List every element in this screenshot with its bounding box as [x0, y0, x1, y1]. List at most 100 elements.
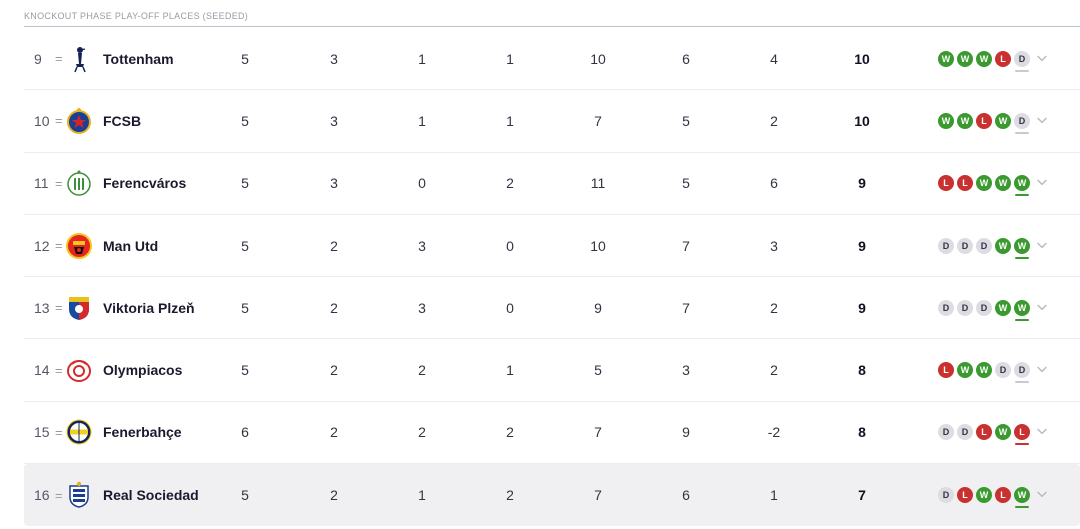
- chevron-down-icon[interactable]: [1036, 52, 1048, 64]
- position-number: 13: [34, 299, 50, 316]
- team-name[interactable]: Fenerbahçe: [103, 402, 203, 463]
- form-result-badge: W: [957, 112, 973, 129]
- table-row-9[interactable]: 9 = Tottenham 5 3 1 1 10 6 4 10 WWWLD: [24, 28, 1080, 91]
- goals-against-cell: 5: [682, 112, 690, 129]
- team-name[interactable]: Real Sociedad: [103, 464, 203, 526]
- chevron-down-icon[interactable]: [1036, 364, 1048, 376]
- position-change-indicator: =: [55, 362, 63, 378]
- goal-difference-cell: 6: [770, 175, 778, 192]
- goals-for-cell: 5: [594, 362, 602, 379]
- goal-difference-cell: 3: [770, 237, 778, 254]
- goal-difference-cell: 2: [770, 112, 778, 129]
- olympiacos-crest-icon: [65, 356, 93, 384]
- form-result-badge: W: [938, 50, 954, 67]
- chevron-down-icon[interactable]: [1036, 489, 1048, 501]
- table-row-11[interactable]: 11 = Ferencváros 5 3 0 2 11 5 6 9 LLWWW: [24, 153, 1080, 215]
- goals-for-cell: 7: [594, 487, 602, 504]
- real-sociedad-crest-icon: [65, 481, 93, 509]
- played-cell: 5: [241, 50, 249, 67]
- team-name[interactable]: Olympiacos: [103, 339, 203, 400]
- viktoria-plzen-crest-icon: [65, 294, 93, 322]
- position-change-indicator: =: [55, 300, 63, 316]
- form-result-badge: W: [995, 237, 1011, 254]
- drawn-cell: 3: [418, 237, 426, 254]
- position-cell: 14 =: [34, 339, 63, 400]
- won-cell: 2: [330, 362, 338, 379]
- lost-cell: 2: [506, 424, 514, 441]
- goals-against-cell: 7: [682, 299, 690, 316]
- position-cell: 12 =: [34, 215, 63, 276]
- chevron-down-icon[interactable]: [1036, 239, 1048, 251]
- chevron-down-icon[interactable]: [1036, 301, 1048, 313]
- table-row-16[interactable]: 16 = Real Sociedad 5 2 1 2 7 6 1 7 DLWLW: [24, 464, 1080, 527]
- chevron-down-icon[interactable]: [1036, 114, 1048, 126]
- table-row-15[interactable]: 15 = Fenerbahçe 6 2 2 2 7 9 -2 8 DDLWL: [24, 402, 1080, 465]
- drawn-cell: 1: [418, 112, 426, 129]
- tottenham-crest-icon: [65, 45, 93, 73]
- form-result-badge: W: [976, 175, 992, 192]
- lost-cell: 1: [506, 112, 514, 129]
- table-row-10[interactable]: 10 = FCSB 5 3 1 1 7 5 2 10 WWLWD: [24, 90, 1080, 153]
- won-cell: 2: [330, 299, 338, 316]
- chevron-down-icon[interactable]: [1036, 177, 1048, 189]
- team-name[interactable]: Ferencváros: [103, 153, 203, 214]
- played-cell: 5: [241, 112, 249, 129]
- form-result-badge: W: [995, 299, 1011, 316]
- position-change-indicator: =: [55, 51, 63, 67]
- form-result-badge: D: [1014, 112, 1030, 134]
- lost-cell: 1: [506, 362, 514, 379]
- won-cell: 2: [330, 424, 338, 441]
- table-row-12[interactable]: 12 = Man Utd 5 2 3 0 10 7 3 9 DDDWW: [24, 215, 1080, 278]
- points-cell: 8: [858, 362, 866, 379]
- fenerbahce-crest-icon: [65, 418, 93, 446]
- drawn-cell: 2: [418, 362, 426, 379]
- position-cell: 13 =: [34, 277, 63, 338]
- form-result-badge: D: [938, 299, 954, 316]
- form-result-badge: D: [995, 362, 1011, 379]
- won-cell: 3: [330, 50, 338, 67]
- man-utd-crest-icon: [65, 232, 93, 260]
- goals-for-cell: 10: [590, 50, 606, 67]
- position-change-indicator: =: [55, 175, 63, 191]
- form-result-badge: W: [1014, 487, 1030, 509]
- team-name[interactable]: FCSB: [103, 90, 203, 151]
- won-cell: 2: [330, 487, 338, 504]
- form-result-badge: W: [1014, 237, 1030, 259]
- goals-for-cell: 9: [594, 299, 602, 316]
- table-row-13[interactable]: 13 = Viktoria Plzeň 5 2 3 0 9 7 2 9 DDDW…: [24, 277, 1080, 340]
- lost-cell: 0: [506, 237, 514, 254]
- played-cell: 5: [241, 237, 249, 254]
- form-result-badge: L: [938, 175, 954, 192]
- form-result-badge: W: [976, 487, 992, 504]
- form-result-badge: L: [957, 487, 973, 504]
- form-result-badge: W: [957, 50, 973, 67]
- goals-for-cell: 7: [594, 424, 602, 441]
- goals-against-cell: 7: [682, 237, 690, 254]
- played-cell: 5: [241, 299, 249, 316]
- form-result-badge: L: [957, 175, 973, 192]
- team-name[interactable]: Viktoria Plzeň: [103, 277, 203, 338]
- drawn-cell: 3: [418, 299, 426, 316]
- position-number: 12: [34, 237, 50, 254]
- points-cell: 10: [854, 50, 870, 67]
- ferencvaros-crest-icon: [65, 169, 93, 197]
- recent-form: WWWLD: [938, 28, 1030, 89]
- goals-for-cell: 10: [590, 237, 606, 254]
- played-cell: 5: [241, 362, 249, 379]
- team-name[interactable]: Man Utd: [103, 215, 203, 276]
- form-result-badge: W: [957, 362, 973, 379]
- points-cell: 9: [858, 237, 866, 254]
- recent-form: LWWDD: [938, 339, 1030, 400]
- goals-for-cell: 11: [590, 175, 606, 192]
- points-cell: 10: [854, 112, 870, 129]
- form-result-badge: W: [1014, 299, 1030, 321]
- form-result-badge: D: [957, 299, 973, 316]
- chevron-down-icon[interactable]: [1036, 426, 1048, 438]
- goal-difference-cell: 2: [770, 299, 778, 316]
- team-name[interactable]: Tottenham: [103, 28, 203, 89]
- position-cell: 10 =: [34, 90, 63, 151]
- drawn-cell: 0: [418, 175, 426, 192]
- table-row-14[interactable]: 14 = Olympiacos 5 2 2 1 5 3 2 8 LWWDD: [24, 339, 1080, 402]
- form-result-badge: L: [1014, 424, 1030, 446]
- recent-form: WWLWD: [938, 90, 1030, 151]
